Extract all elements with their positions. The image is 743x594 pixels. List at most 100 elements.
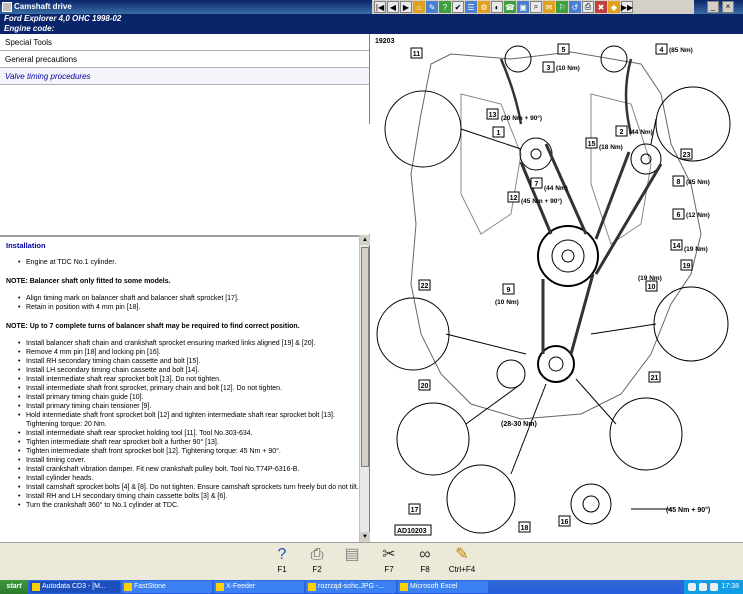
fkey-f8[interactable]: ∞ F8 (408, 545, 442, 579)
scroll-up-icon[interactable]: ▲ (360, 235, 370, 245)
toolbar-button[interactable]: ☎ (504, 1, 516, 13)
torque-label: (45 Nm + 90°) (521, 197, 562, 205)
toolbar-button[interactable]: |◀ (374, 1, 386, 13)
fkey-label: F7 (384, 565, 394, 574)
fkey-f7[interactable]: ✂ F7 (372, 545, 406, 579)
task-image-viewer[interactable]: rozrząd-sohc.JPG -... (306, 581, 396, 593)
list-item: Align timing mark on balancer shaft and … (18, 294, 364, 303)
list-item: Install timing cover. (18, 456, 364, 465)
toolbar-button[interactable]: ✉ (543, 1, 555, 13)
timing-diagram-svg: 1 2 (44 Nm)3 (10 Nm)4 (85 Nm)56 (12 Nm)7(44 N… (375, 38, 731, 536)
fkey-label: Ctrl+F4 (448, 565, 476, 574)
toolbar-button[interactable]: ⚙ (478, 1, 490, 13)
timing-diagram: 1 2 (44 Nm) 3 (10 Nm) 4 (85 Nm) 5 6 (12 Nm) 7 (44 N… (371, 34, 743, 542)
list-item: Install LH secondary timing chain casset… (18, 366, 364, 375)
torque-label: (28-30 Nm) (501, 421, 537, 428)
print-icon: ⎙ (310, 546, 324, 563)
nav-valve-timing[interactable]: Valve timing procedures (0, 68, 369, 85)
tray-icon[interactable] (699, 583, 708, 591)
vehicle-header: Ford Explorer 4,0 OHC 1998-02 Engine cod… (0, 14, 743, 34)
torque-label: (12 Nm) (686, 212, 710, 219)
nav-special-tools[interactable]: Special Tools (0, 34, 369, 51)
scroll-down-icon[interactable]: ▼ (360, 532, 370, 542)
toolbar-button[interactable]: ✎ (426, 1, 438, 13)
callout-number: 9 (507, 287, 511, 294)
callout-number: 21 (651, 375, 659, 382)
toolbar-button[interactable]: ⌕ (530, 1, 542, 13)
fkey-label: F1 (277, 565, 287, 574)
close-button[interactable]: × (722, 1, 734, 13)
scroll-thumb[interactable] (361, 247, 369, 467)
toolbar-button[interactable]: ✖ (595, 1, 607, 13)
toolbar-button[interactable]: ✔ (452, 1, 464, 13)
callout-number: 8 (677, 179, 681, 186)
callout-number: 23 (683, 152, 691, 159)
fkey-f1[interactable]: ? F1 (265, 545, 299, 579)
callout-number: 4 (660, 47, 664, 54)
callout-number: 12 (510, 195, 518, 202)
bullet-list-1: Engine at TDC No.1 cylinder. (6, 258, 364, 267)
list-item: Install RH secondary timing chain casset… (18, 357, 364, 366)
callout-number: 20 (421, 383, 429, 390)
torque-label: (20 Nm + 90°) (501, 114, 542, 122)
taskbar: start Autodata CD3 - [M... FastStone X-F… (0, 580, 743, 594)
app-icon[interactable] (2, 2, 12, 12)
task-excel[interactable]: Microsoft Excel (398, 581, 488, 593)
list-item: Install camshaft sprocket bolts [4] & [8… (18, 483, 364, 492)
callout-number: 1 (497, 130, 501, 137)
fkey-notes[interactable]: ▤ (335, 545, 369, 579)
callout-number: 16 (561, 519, 569, 526)
fkey-f2[interactable]: ⎙ F2 (300, 545, 334, 579)
toolbar-button[interactable]: ⎙ (582, 1, 594, 13)
exit-icon: ✎ (455, 546, 469, 563)
system-tray: 17:38 (684, 580, 743, 594)
callout-number: 13 (489, 112, 497, 119)
toolbar-button[interactable]: ☰ (465, 1, 477, 13)
toolbar: |◀ ◀ ▶ ⌂ ✎? ✔ ☰ ⚙ ◐ ☎ ▣ ⌕ ✉ ⚐ ↺ ⎙ ✖ ◆ ▶▶ (372, 0, 694, 14)
clock: 17:38 (721, 583, 739, 590)
diagram-ref-top: 19203 (375, 38, 395, 45)
task-xfeeder[interactable]: X-Feeder (214, 581, 304, 593)
toolbar-button[interactable]: ◆ (608, 1, 620, 13)
list-item: Install crankshaft vibration damper. Fit… (18, 465, 364, 474)
toolbar-button[interactable]: ▶▶ (621, 1, 633, 13)
content-scrollbar[interactable]: ▲ ▼ (359, 235, 370, 542)
toolbar-button[interactable]: ◀ (387, 1, 399, 13)
list-item: Remove 4 mm pin [18] and locking pin [16… (18, 348, 364, 357)
toolbar-button[interactable]: ? (439, 1, 451, 13)
list-item: Tighten intermediate shaft rear sprocket… (18, 438, 364, 447)
task-faststone[interactable]: FastStone (122, 581, 212, 593)
diagram-ref-bottom: AD10203 (397, 528, 427, 535)
tray-icon[interactable] (710, 583, 719, 591)
bullet-list-3: Install balancer shaft chain and cranksh… (6, 339, 364, 510)
minimize-button[interactable]: _ (707, 1, 719, 13)
callout-number: 3 (547, 65, 551, 72)
torque-label: (19 Nm) (684, 246, 708, 253)
toolbar-button[interactable]: ◐ (491, 1, 503, 13)
toolbar-button[interactable]: ⚐ (556, 1, 568, 13)
start-button[interactable]: start (0, 580, 28, 594)
callout-number: 5 (562, 47, 566, 54)
tray-icon[interactable] (688, 583, 697, 591)
callout-number: 11 (413, 51, 421, 58)
torque-label: (85 Nm) (686, 179, 710, 186)
toolbar-button[interactable]: ▣ (517, 1, 529, 13)
note-turns: NOTE: Up to 7 complete turns of balancer… (6, 323, 300, 330)
toolbar-button[interactable]: ↺ (569, 1, 581, 13)
torque-label: (44 Nm) (629, 129, 653, 136)
callout-number: 22 (421, 283, 429, 290)
list-item: Install intermediate shaft rear sprocket… (18, 375, 364, 384)
fkey-label: F2 (312, 565, 322, 574)
list-item: Install primary timing chain tensioner [… (18, 402, 364, 411)
task-autodata[interactable]: Autodata CD3 - [M... (30, 581, 120, 593)
bullet-list-2: Align timing mark on balancer shaft and … (6, 294, 364, 312)
nav-general-precautions[interactable]: General precautions (0, 51, 369, 68)
callout-number: 2 (620, 129, 624, 136)
note-balancer: NOTE: Balancer shaft only fitted to some… (6, 278, 171, 285)
toolbar-button[interactable]: ▶ (400, 1, 412, 13)
toolbar-button[interactable]: ⌂ (413, 1, 425, 13)
list-item: Install primary timing chain guide [10]. (18, 393, 364, 402)
list-item: Install cylinder heads. (18, 474, 364, 483)
fkey-ctrl-f4[interactable]: ✎ Ctrl+F4 (445, 545, 479, 579)
diagram-icon: ∞ (419, 546, 431, 563)
